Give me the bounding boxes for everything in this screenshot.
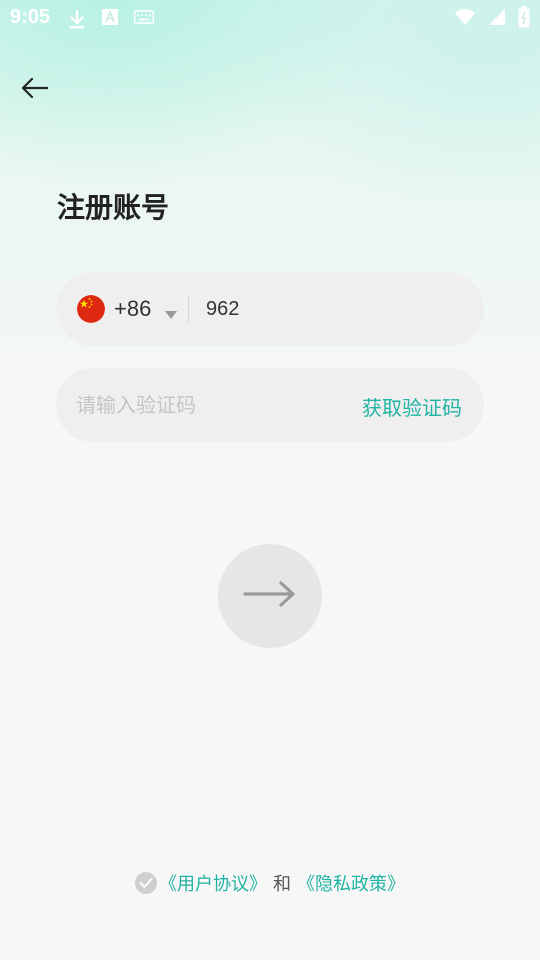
agreement-checkbox[interactable]: [135, 872, 157, 894]
agreement-row: 《用户协议》 和 《隐私政策》: [0, 868, 540, 898]
status-left-icons: [68, 9, 155, 33]
user-agreement-link[interactable]: 《用户协议》: [159, 870, 267, 896]
text-a-icon: [102, 9, 118, 33]
check-icon: [139, 878, 153, 888]
arrow-right-icon: [243, 579, 297, 613]
status-bar: 9:05: [0, 0, 540, 36]
battery-icon: [518, 6, 530, 32]
get-code-button[interactable]: 获取验证码: [362, 392, 462, 421]
submit-button[interactable]: [218, 544, 322, 648]
status-right-icons: [454, 6, 530, 32]
verification-code-field: 获取验证码: [56, 368, 484, 442]
phone-number-input[interactable]: [202, 290, 470, 328]
country-code-selector[interactable]: +86: [114, 296, 151, 322]
agreement-conjunction: 和: [273, 874, 291, 895]
signal-icon: [488, 8, 506, 30]
keyboard-icon: [133, 9, 155, 33]
page-title: 注册账号: [57, 191, 170, 224]
privacy-policy-link[interactable]: 《隐私政策》: [297, 870, 405, 896]
download-icon: [68, 9, 86, 33]
arrow-left-icon: [20, 77, 49, 103]
field-divider: [188, 296, 189, 322]
phone-field: +86: [56, 272, 484, 346]
caret-down-icon[interactable]: [164, 305, 178, 319]
back-button[interactable]: [14, 70, 54, 110]
china-flag-icon[interactable]: [77, 295, 105, 323]
wifi-icon: [454, 8, 476, 30]
status-time: 9:05: [10, 6, 51, 28]
verification-code-input[interactable]: [72, 386, 330, 424]
